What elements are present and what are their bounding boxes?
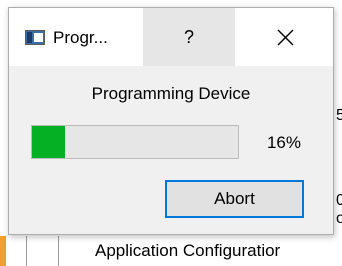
close-icon [277, 29, 294, 46]
background-text-fragment: or [336, 210, 342, 227]
window-app-icon [25, 30, 45, 45]
close-button[interactable] [237, 8, 333, 66]
progress-bar-fill [32, 126, 65, 158]
progress-dialog: Progr... ? Programming Device 16% Abort [8, 7, 334, 235]
status-message: Programming Device [91, 84, 251, 103]
help-button[interactable]: ? [143, 8, 235, 66]
dialog-title: Progr... [53, 28, 108, 47]
abort-button[interactable]: Abort [165, 180, 304, 218]
tree-guide-line [58, 236, 59, 266]
dialog-titlebar[interactable]: Progr... ? [9, 8, 333, 66]
background-panel-edge [0, 236, 6, 266]
progress-bar [31, 125, 239, 159]
tree-guide-line [26, 236, 27, 266]
progress-percent: 16% [266, 133, 301, 152]
screen: 5 01 or Application Configuratior Progr.… [0, 0, 342, 266]
background-text-fragment: 01 [336, 192, 342, 209]
background-text-fragment: 5 [336, 107, 342, 124]
tree-item-application-configuration[interactable]: Application Configuratior [95, 241, 280, 261]
